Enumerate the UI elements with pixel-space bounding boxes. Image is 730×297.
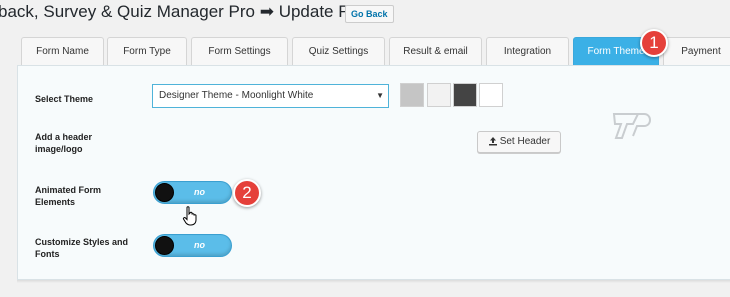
toggle-knob: [155, 183, 174, 202]
hand-cursor-icon: [182, 206, 198, 231]
annotation-badge-1: 1: [640, 29, 668, 57]
customize-state: no: [194, 240, 205, 250]
tab-result-email[interactable]: Result & email: [389, 37, 482, 66]
swatch-dark[interactable]: [453, 83, 477, 107]
theme-select[interactable]: Designer Theme - Moonlight White ▼: [152, 84, 389, 108]
tab-form-type[interactable]: Form Type: [107, 37, 187, 66]
theme-select-value: Designer Theme - Moonlight White: [159, 90, 314, 101]
animated-toggle[interactable]: no: [153, 181, 232, 204]
swatch-white[interactable]: [479, 83, 503, 107]
annotation-badge-2: 2: [233, 179, 261, 207]
tab-quiz-settings[interactable]: Quiz Settings: [292, 37, 385, 66]
page-title: back, Survey & Quiz Manager Pro ➡ Update…: [0, 2, 378, 21]
panel-shadow: [17, 280, 730, 283]
animated-state: no: [194, 187, 205, 197]
tab-form-settings[interactable]: Form Settings: [191, 37, 288, 66]
header-image-label: Add a header image/logo: [35, 132, 93, 154]
toggle-knob: [155, 236, 174, 255]
animated-label: Animated Form Elements: [35, 185, 102, 207]
swatch-light[interactable]: [427, 83, 451, 107]
tab-payment[interactable]: Payment: [663, 37, 730, 66]
dropdown-arrow-icon: ▼: [376, 91, 384, 100]
set-header-button[interactable]: Set Header: [477, 131, 561, 153]
swatch-gray[interactable]: [400, 83, 424, 107]
tab-form-name[interactable]: Form Name: [21, 37, 104, 66]
customize-label: Customize Styles and Fonts: [35, 237, 129, 259]
tab-bar: Form Name Form Type Form Settings Quiz S…: [0, 37, 730, 66]
plugin-logo: [612, 110, 654, 147]
go-back-button[interactable]: Go Back: [345, 5, 394, 23]
tab-integration[interactable]: Integration: [486, 37, 569, 66]
customize-toggle[interactable]: no: [153, 234, 232, 257]
select-theme-label: Select Theme: [35, 94, 94, 104]
set-header-label: Set Header: [499, 136, 551, 147]
upload-icon: [488, 137, 497, 146]
